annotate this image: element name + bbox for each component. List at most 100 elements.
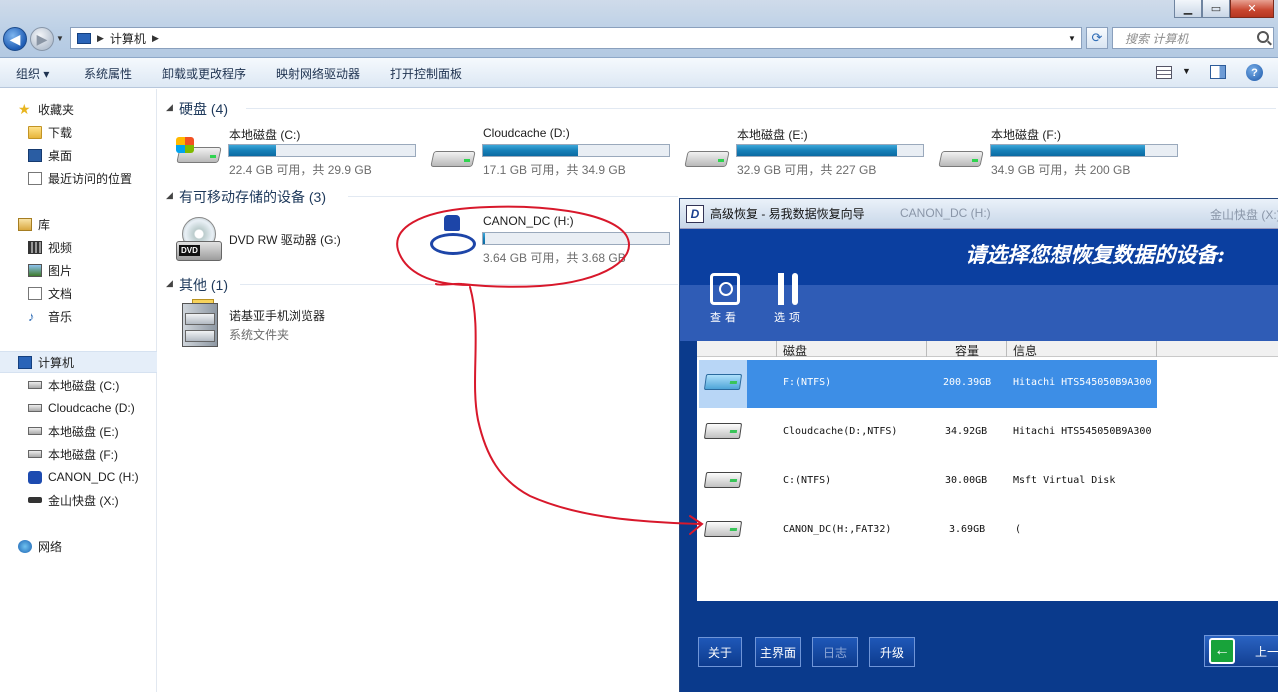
- drive-c-name[interactable]: 本地磁盘 (C:): [229, 126, 300, 143]
- windows-drive-icon[interactable]: [176, 137, 222, 167]
- column-disk[interactable]: 磁盘: [783, 342, 807, 359]
- view-tool-button[interactable]: 查看: [702, 273, 748, 331]
- hard-drive-icon[interactable]: [938, 141, 984, 171]
- usage-fill: [483, 145, 578, 156]
- back-button[interactable]: ◀: [3, 27, 27, 51]
- change-view-icon[interactable]: [1156, 66, 1172, 79]
- drive-c-usage-bar: [228, 144, 416, 157]
- recent-pages-dropdown[interactable]: ▼: [56, 34, 64, 43]
- sidebar-item-network[interactable]: 网络: [0, 535, 157, 557]
- drive-h-name[interactable]: CANON_DC (H:): [483, 214, 574, 228]
- arrow-right-icon: ▶: [36, 30, 48, 47]
- disk-row-c[interactable]: C:(NTFS) 30.00GB Msft Virtual Disk: [699, 458, 1278, 504]
- sidebar-item-desktop[interactable]: 桌面: [0, 144, 157, 166]
- downloads-folder-icon: [28, 125, 42, 139]
- sidebar-item-drive-h[interactable]: CANON_DC (H:): [0, 466, 157, 488]
- log-button[interactable]: 日志: [812, 637, 858, 667]
- column-size[interactable]: 容量: [955, 342, 979, 359]
- window-controls: ▁ ▭ ✕: [1174, 0, 1274, 18]
- windows-drive-icon: [28, 381, 42, 389]
- uninstall-program-button[interactable]: 卸载或更改程序: [162, 65, 246, 82]
- map-network-drive-button[interactable]: 映射网络驱动器: [276, 65, 360, 82]
- refresh-button[interactable]: ⟳: [1086, 27, 1108, 49]
- drive-f-name[interactable]: 本地磁盘 (F:): [991, 126, 1061, 143]
- previous-button[interactable]: ← 上一: [1204, 635, 1278, 667]
- nokia-browser-name[interactable]: 诺基亚手机浏览器: [229, 307, 325, 324]
- magnifier-icon: [710, 273, 740, 305]
- sidebar-item-documents[interactable]: 文档: [0, 282, 157, 304]
- address-dropdown-icon[interactable]: ▼: [1063, 28, 1081, 48]
- network-icon: [18, 539, 32, 553]
- drive-d-name[interactable]: Cloudcache (D:): [483, 126, 570, 140]
- sidebar-item-drive-f[interactable]: 本地磁盘 (F:): [0, 443, 157, 465]
- sidebar-item-drive-d[interactable]: Cloudcache (D:): [0, 397, 157, 419]
- drive-e-name[interactable]: 本地磁盘 (E:): [737, 126, 808, 143]
- breadcrumb-chevron-icon[interactable]: ▶: [152, 33, 159, 44]
- canon-camera-icon[interactable]: [430, 215, 476, 261]
- search-placeholder: 搜索 计算机: [1125, 31, 1189, 46]
- about-button[interactable]: 关于: [698, 637, 742, 667]
- document-icon: [28, 286, 42, 300]
- view-dropdown-icon[interactable]: ▼: [1182, 66, 1191, 76]
- sidebar-item-libraries[interactable]: 库: [0, 213, 157, 235]
- dvd-drive-icon[interactable]: DVD: [176, 217, 222, 263]
- group-header-other[interactable]: 其他 (1): [179, 275, 228, 295]
- help-icon[interactable]: ?: [1246, 64, 1263, 81]
- main-menu-button[interactable]: 主界面: [755, 637, 801, 667]
- collapse-icon[interactable]: ◢: [166, 190, 173, 201]
- sidebar-item-computer[interactable]: 计算机: [0, 351, 157, 373]
- usage-fill: [483, 233, 485, 244]
- system-properties-button[interactable]: 系统属性: [84, 65, 132, 82]
- address-bar[interactable]: ▶ 计算机 ▶ ▼: [70, 27, 1082, 49]
- picture-icon: [28, 263, 42, 277]
- sidebar-item-drive-c[interactable]: 本地磁盘 (C:): [0, 374, 157, 396]
- file-cabinet-icon[interactable]: [180, 299, 222, 349]
- organize-button[interactable]: 组织 ▾: [16, 65, 49, 82]
- group-header-hdd[interactable]: 硬盘 (4): [179, 99, 228, 119]
- open-control-panel-button[interactable]: 打开控制面板: [390, 65, 462, 82]
- group-header-removable[interactable]: 有可移动存储的设备 (3): [179, 187, 326, 207]
- sidebar-item-drive-e[interactable]: 本地磁盘 (E:): [0, 420, 157, 442]
- hard-drive-icon: [28, 450, 42, 458]
- collapse-icon[interactable]: ◢: [166, 278, 173, 289]
- hard-drive-icon[interactable]: [684, 141, 730, 171]
- sidebar-item-drive-x[interactable]: 金山快盘 (X:): [0, 489, 157, 511]
- breadcrumb-chevron-icon[interactable]: ▶: [97, 33, 104, 44]
- group-divider: [348, 196, 678, 197]
- search-input[interactable]: 搜索 计算机: [1112, 27, 1274, 49]
- options-tool-button[interactable]: 选项: [766, 273, 812, 331]
- sidebar-item-downloads[interactable]: 下载: [0, 121, 157, 143]
- collapse-icon[interactable]: ◢: [166, 102, 173, 113]
- sidebar-item-videos[interactable]: 视频: [0, 236, 157, 258]
- search-icon[interactable]: [1257, 31, 1269, 43]
- disk-row-d[interactable]: Cloudcache(D:,NTFS) 34.92GB Hitachi HTS5…: [699, 409, 1278, 455]
- breadcrumb-computer[interactable]: 计算机: [110, 30, 146, 47]
- app-title-bar[interactable]: D 高级恢复 - 易我数据恢复向导 CANON_DC (H:) 金山快盘 (X:…: [680, 199, 1278, 229]
- disk-row-f[interactable]: F:(NTFS) 200.39GB Hitachi HTS545050B9A30…: [699, 360, 1278, 408]
- preview-pane-icon[interactable]: [1210, 65, 1226, 79]
- sidebar-item-music[interactable]: ♪ 音乐: [0, 305, 157, 327]
- cloud-drive-icon: [28, 497, 42, 503]
- sidebar-item-recent[interactable]: 最近访问的位置: [0, 167, 157, 189]
- refresh-icon: ⟳: [1091, 30, 1103, 45]
- upgrade-button[interactable]: 升级: [869, 637, 915, 667]
- maximize-button[interactable]: ▭: [1202, 0, 1230, 18]
- hard-drive-icon: [28, 404, 42, 412]
- disk-row-h[interactable]: CANON_DC(H:,FAT32) 3.69GB (: [699, 507, 1278, 553]
- minimize-button[interactable]: ▁: [1174, 0, 1202, 18]
- sidebar-item-favorites[interactable]: ★ 收藏夹: [0, 98, 157, 120]
- drive-g-name[interactable]: DVD RW 驱动器 (G:): [229, 231, 341, 248]
- nokia-browser-sub: 系统文件夹: [229, 328, 290, 342]
- forward-button[interactable]: ▶: [30, 27, 54, 51]
- close-button[interactable]: ✕: [1230, 0, 1274, 18]
- drive-f-info: 34.9 GB 可用，共 200 GB: [991, 163, 1131, 177]
- video-icon: [28, 240, 42, 254]
- group-divider: [240, 284, 678, 285]
- desktop-icon: [28, 148, 42, 162]
- drive-h-info: 3.64 GB 可用，共 3.68 GB: [483, 251, 626, 265]
- drive-e-usage-bar: [736, 144, 924, 157]
- column-info[interactable]: 信息: [1013, 342, 1037, 359]
- hard-drive-icon[interactable]: [430, 141, 476, 171]
- drive-d-info: 17.1 GB 可用，共 34.9 GB: [483, 163, 626, 177]
- sidebar-item-pictures[interactable]: 图片: [0, 259, 157, 281]
